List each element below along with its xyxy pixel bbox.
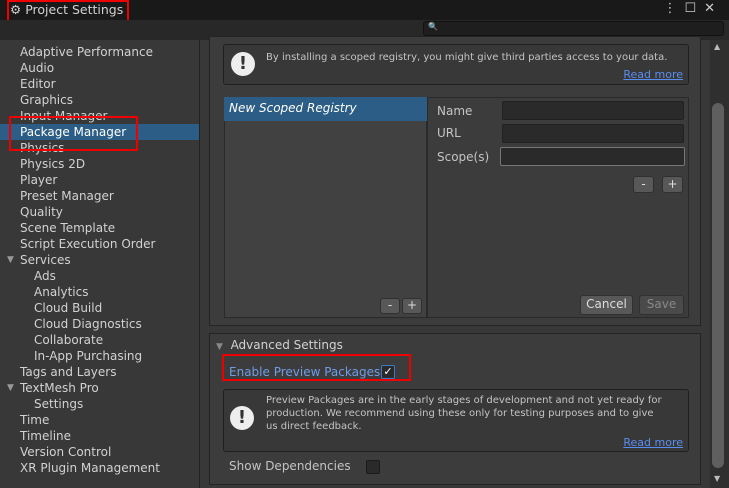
cancel-button[interactable]: Cancel (580, 295, 633, 315)
foldout-triangle-icon[interactable]: ▼ (7, 383, 14, 393)
scopes-input[interactable] (500, 147, 685, 166)
highlight-box (9, 116, 138, 151)
show-dependencies-label: Show Dependencies (229, 459, 351, 473)
window-buttons: ⋮☐✕ (663, 1, 723, 16)
remove-scope-button[interactable]: - (633, 176, 654, 193)
sidebar-item[interactable]: Timeline (20, 428, 71, 444)
sidebar-item[interactable]: Quality (20, 204, 63, 220)
scroll-down-icon[interactable]: ▼ (714, 474, 720, 483)
sidebar-item[interactable]: XR Plugin Management (20, 460, 160, 476)
registry-list-item[interactable]: New Scoped Registry (224, 97, 427, 121)
warning-icon: ! (231, 52, 255, 76)
url-input[interactable] (502, 124, 684, 143)
sidebar-item[interactable]: Version Control (20, 444, 111, 460)
search-input[interactable]: 🔍 (423, 21, 724, 36)
search-icon: 🔍 (428, 22, 438, 31)
more-icon[interactable]: ⋮ (663, 1, 684, 16)
sidebar-item[interactable]: Physics 2D (20, 156, 85, 172)
add-scope-button[interactable]: + (662, 176, 683, 193)
show-dependencies-checkbox[interactable] (366, 460, 380, 474)
sidebar-item[interactable]: Player (20, 172, 57, 188)
close-icon[interactable]: ✕ (704, 1, 723, 16)
sidebar-item[interactable]: Scene Template (20, 220, 115, 236)
sidebar-item[interactable]: Adaptive Performance (20, 44, 153, 60)
name-label: Name (437, 104, 473, 118)
url-label: URL (437, 126, 461, 140)
sidebar-item[interactable]: Settings (34, 396, 83, 412)
maximize-icon[interactable]: ☐ (684, 1, 704, 16)
registry-list (224, 97, 427, 318)
sidebar-item[interactable]: Script Execution Order (20, 236, 155, 252)
sidebar-item[interactable]: Collaborate (34, 332, 103, 348)
foldout-triangle-icon: ▼ (216, 342, 223, 352)
warning-box: ! By installing a scoped registry, you m… (223, 44, 689, 85)
warning-icon: ! (230, 406, 254, 430)
scroll-up-icon[interactable]: ▲ (714, 42, 720, 51)
read-more-link[interactable]: Read more (623, 68, 683, 81)
read-more-link[interactable]: Read more (623, 436, 683, 449)
highlight-box (222, 354, 411, 381)
sidebar-item[interactable]: Ads (34, 268, 56, 284)
scopes-label: Scope(s) (437, 150, 490, 164)
scrollbar-thumb[interactable] (712, 103, 724, 468)
advanced-settings-foldout[interactable]: ▼ Advanced Settings (216, 338, 343, 352)
add-registry-button[interactable]: + (402, 298, 422, 314)
save-button[interactable]: Save (639, 295, 684, 315)
sidebar-item[interactable]: Time (20, 412, 49, 428)
sidebar-item[interactable]: Graphics (20, 92, 73, 108)
sidebar-item[interactable]: Tags and Layers (20, 364, 116, 380)
sidebar-item[interactable]: Analytics (34, 284, 89, 300)
sidebar-item[interactable]: TextMesh Pro (20, 380, 99, 396)
sidebar-item[interactable]: Audio (20, 60, 54, 76)
foldout-triangle-icon[interactable]: ▼ (7, 255, 14, 265)
sidebar-item[interactable]: In-App Purchasing (34, 348, 142, 364)
sidebar-item[interactable]: Cloud Build (34, 300, 102, 316)
preview-info-text: Preview Packages are in the early stages… (266, 395, 662, 432)
sidebar-item[interactable]: Cloud Diagnostics (34, 316, 142, 332)
sidebar-item[interactable]: Preset Manager (20, 188, 114, 204)
name-input[interactable] (502, 101, 684, 120)
advanced-settings-title: Advanced Settings (230, 338, 343, 352)
remove-registry-button[interactable]: - (380, 298, 400, 314)
sidebar-item[interactable]: Editor (20, 76, 56, 92)
warning-text: By installing a scoped registry, you mig… (266, 52, 668, 63)
preview-info-box: ! Preview Packages are in the early stag… (223, 389, 689, 452)
sidebar-item[interactable]: Services (20, 252, 71, 268)
